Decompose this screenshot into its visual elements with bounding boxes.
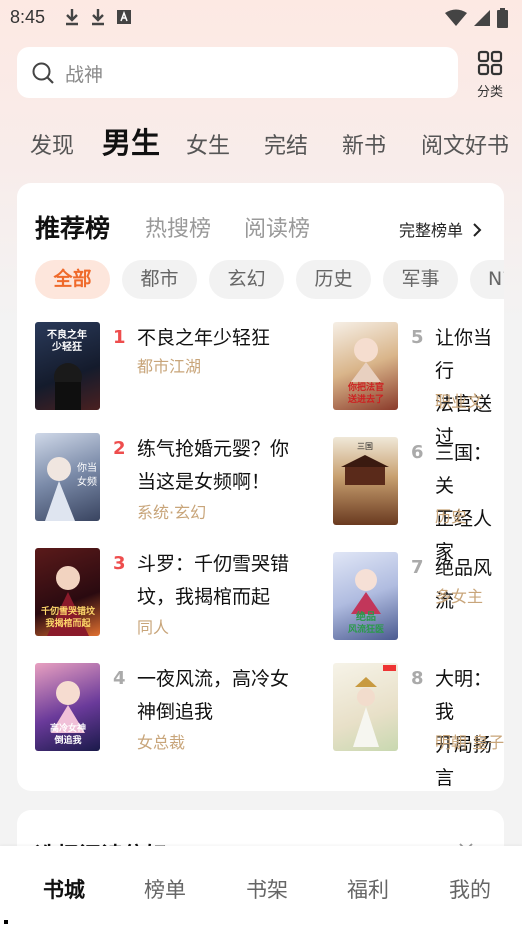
book-cover: 绝品 风流狂医 <box>333 552 398 640</box>
nav-mine[interactable]: 我的 <box>440 874 500 904</box>
grid-icon <box>477 50 503 76</box>
svg-text:三国: 三国 <box>357 442 373 451</box>
search-placeholder: 战神 <box>65 64 104 86</box>
rank-number: 1 <box>113 327 126 348</box>
tab-female[interactable]: 女生 <box>186 128 230 160</box>
rank-number: 7 <box>411 557 424 578</box>
svg-text:倒追我: 倒追我 <box>53 734 81 746</box>
book-title: 练气抢婚元婴？你 当这是女频啊！ <box>137 438 290 493</box>
svg-text:千仞雪哭错坟: 千仞雪哭错坟 <box>41 605 96 617</box>
wifi-icon <box>445 9 467 26</box>
svg-text:我揭棺而起: 我揭棺而起 <box>45 617 91 629</box>
book-item[interactable]: 不良之年 少轻狂 1 不良之年少轻狂 都市江湖 <box>35 322 325 417</box>
book-cover: 你当 女频 <box>35 433 100 521</box>
svg-text:绝品: 绝品 <box>356 610 376 623</box>
rank-number: 8 <box>411 668 424 689</box>
chevron-right-icon <box>473 223 482 237</box>
book-title: 大明：我 开局扬言 <box>435 668 493 789</box>
book-cover: 三国 <box>333 437 398 525</box>
book-title: 斗罗：千仞雪哭错 坟，我揭棺而起 <box>137 553 290 608</box>
search-input[interactable]: 战神 <box>17 47 458 98</box>
nav-welfare[interactable]: 福利 <box>338 874 398 904</box>
book-title: 不良之年少轻狂 <box>137 327 271 349</box>
svg-text:不良之年: 不良之年 <box>47 328 87 341</box>
chip-more[interactable]: N7 <box>470 260 504 299</box>
full-list-link[interactable]: 完整榜单 <box>399 217 482 241</box>
book-cover: 不良之年 少轻狂 <box>35 322 100 410</box>
chip-all[interactable]: 全部 <box>35 260 110 299</box>
tab-completed[interactable]: 完结 <box>264 128 308 160</box>
svg-text:送进去了: 送进去了 <box>347 393 384 405</box>
book-tag: 同人 <box>137 618 170 637</box>
tab-male[interactable]: 男生 <box>102 120 160 162</box>
book-tag: 历史 <box>435 507 468 526</box>
tab-good-books[interactable]: 阅文好书 <box>421 128 509 160</box>
book-cover <box>333 663 398 751</box>
tab-hot-search-rank[interactable]: 热搜榜 <box>145 211 211 243</box>
book-item[interactable]: 你把法官 送进去了 5 让你当行 法官送过 职业文 <box>333 322 504 448</box>
chip-military[interactable]: 军事 <box>383 260 458 299</box>
rank-number: 6 <box>411 442 424 463</box>
tab-reading-rank[interactable]: 阅读榜 <box>244 211 310 243</box>
svg-text:你当: 你当 <box>77 461 97 474</box>
book-tag: 职业文 <box>435 392 484 411</box>
nav-bookstore[interactable]: 书城 <box>34 874 94 904</box>
book-tag: 明朝·皇子 <box>435 733 504 752</box>
nav-bookshelf[interactable]: 书架 <box>237 874 297 904</box>
battery-icon <box>497 8 508 28</box>
book-item[interactable]: 千仞雪哭错坟 我揭棺而起 3 斗罗：千仞雪哭错 坟，我揭棺而起 同人 <box>35 548 325 643</box>
download-icon <box>92 9 104 26</box>
svg-text:女频: 女频 <box>77 475 97 488</box>
search-icon <box>32 62 54 84</box>
book-item[interactable]: 8 大明：我 开局扬言 明朝·皇子 <box>333 663 504 789</box>
corner-marker <box>4 920 8 924</box>
rank-number: 2 <box>113 438 126 459</box>
book-cover: 千仞雪哭错坟 我揭棺而起 <box>35 548 100 636</box>
rank-number: 4 <box>113 668 126 689</box>
nav-ranking[interactable]: 榜单 <box>135 874 195 904</box>
download-icon <box>66 9 78 26</box>
rank-number: 3 <box>113 553 126 574</box>
book-cover: 高冷女神 倒追我 <box>35 663 100 751</box>
ranking-card: 推荐榜 热搜榜 阅读榜 完整榜单 全部 都市 玄幻 历史 军事 N7 不良之年少… <box>17 183 504 791</box>
book-item[interactable]: 绝品 风流狂医 7 绝品风流 多女主 <box>333 552 504 647</box>
book-tag: 都市江湖 <box>137 357 202 376</box>
book-item[interactable]: 你当 女频 2 练气抢婚元婴？你 当这是女频啊！ 系统·玄幻 <box>35 433 325 528</box>
tab-discover[interactable]: 发现 <box>30 128 74 160</box>
category-label: 分类 <box>476 85 503 100</box>
full-list-label: 完整榜单 <box>399 221 464 240</box>
bottom-nav: 书城 榜单 书架 福利 我的 <box>0 846 522 928</box>
book-cover: 你把法官 送进去了 <box>333 322 398 410</box>
svg-text:风流狂医: 风流狂医 <box>348 623 384 635</box>
status-bar: 8:45 <box>0 0 522 36</box>
chip-history[interactable]: 历史 <box>296 260 371 299</box>
book-item[interactable]: 高冷女神 倒追我 4 一夜风流，高冷女 神倒追我 女总裁 <box>35 663 325 758</box>
signal-icon <box>474 10 490 26</box>
svg-text:高冷女神: 高冷女神 <box>50 722 86 734</box>
category-button[interactable]: 分类 <box>468 47 512 100</box>
tab-new-books[interactable]: 新书 <box>342 128 386 160</box>
book-tag: 多女主 <box>435 587 484 606</box>
tab-recommend-rank[interactable]: 推荐榜 <box>35 209 110 245</box>
book-title: 一夜风流，高冷女 神倒追我 <box>137 668 290 723</box>
book-tag: 女总裁 <box>137 733 186 752</box>
book-tag: 系统·玄幻 <box>137 503 207 522</box>
status-time: 8:45 <box>10 7 46 27</box>
svg-text:你把法官: 你把法官 <box>347 381 384 393</box>
chip-urban[interactable]: 都市 <box>122 260 197 299</box>
svg-text:少轻狂: 少轻狂 <box>51 340 82 353</box>
top-tabs: 发现 男生 女生 完结 新书 阅文好书 <box>0 116 522 166</box>
font-a-icon <box>117 10 131 24</box>
book-item[interactable]: 三国 6 三国：关 正经人家 历史 <box>333 437 504 563</box>
chip-fantasy[interactable]: 玄幻 <box>209 260 284 299</box>
rank-number: 5 <box>411 327 424 348</box>
